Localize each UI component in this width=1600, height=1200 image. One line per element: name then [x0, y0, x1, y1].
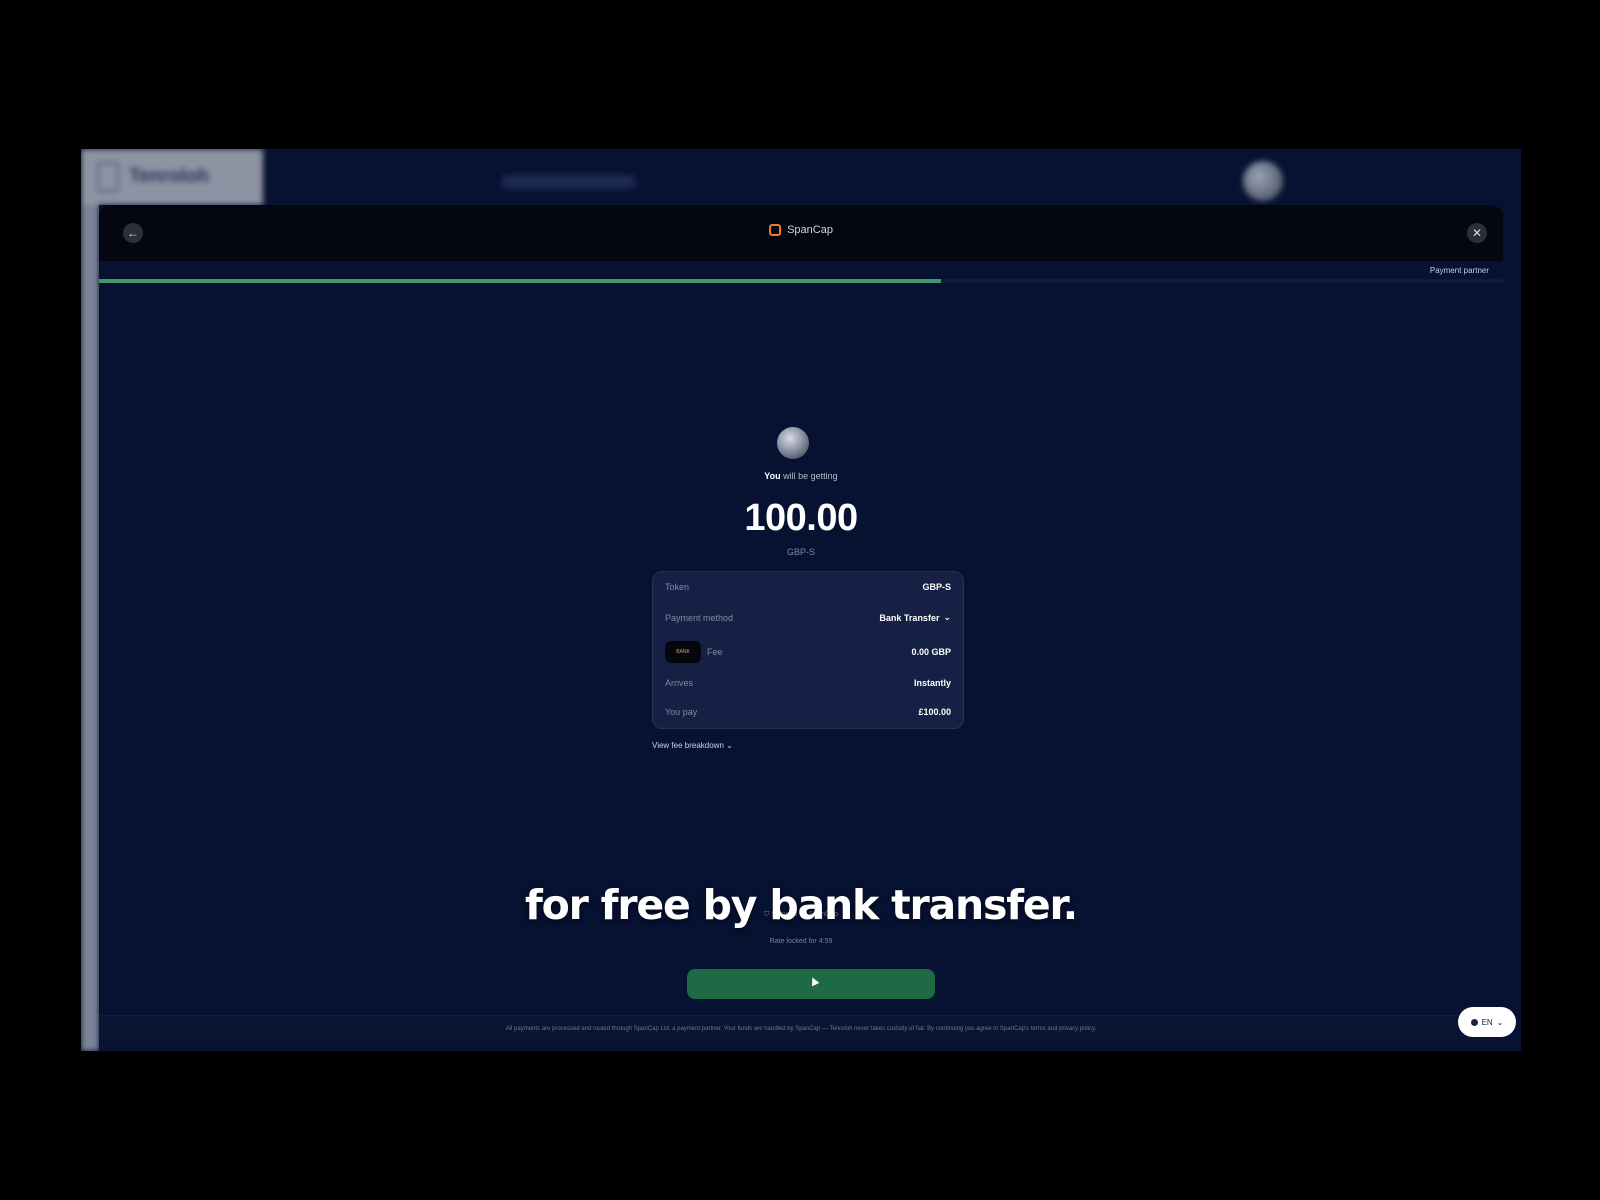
you-pay-value: £100.00 — [918, 707, 951, 717]
token-row: Token GBP-S — [665, 582, 951, 592]
getting-suffix: will be getting — [783, 471, 838, 481]
language-label: EN — [1481, 1017, 1493, 1027]
chevron-down-icon: ⌄ — [1496, 1017, 1504, 1027]
view-fee-breakdown-link[interactable]: View fee breakdown ⌄ — [652, 741, 733, 750]
language-selector[interactable]: EN ⌄ — [1458, 1007, 1516, 1037]
header-logo-text: SpanCap — [787, 224, 833, 236]
video-caption: for free by bank transfer. — [524, 881, 1078, 929]
rate-locked-label: Rate locked for 4:59 — [769, 938, 833, 945]
video-frame: Tenroloh ← SpanCap ✕ Payment partner You… — [81, 149, 1521, 1051]
fee-row: BANK Fee 0.00 GBP — [665, 640, 951, 664]
you-pay-label: You pay — [665, 707, 698, 717]
getting-label: You will be getting — [99, 471, 1503, 481]
background-brand: Tenroloh — [129, 166, 209, 187]
background-logo-area: Tenroloh — [81, 149, 263, 205]
footer-text: All payments are processed and routed th… — [505, 1026, 1097, 1032]
token-value: GBP-S — [922, 582, 951, 592]
getting-prefix: You — [764, 471, 781, 481]
arrives-row: Arrives Instantly — [665, 678, 951, 688]
globe-icon — [1470, 1018, 1478, 1026]
token-label: Token — [665, 582, 690, 592]
arrives-value: Instantly — [913, 678, 951, 688]
progress-bar — [99, 279, 1503, 283]
legal-footer: All payments are processed and routed th… — [99, 1015, 1503, 1040]
fee-left: BANK Fee — [665, 641, 723, 663]
progress-fill — [99, 279, 942, 283]
background-avatar — [1243, 161, 1283, 201]
header-logo: SpanCap — [769, 224, 833, 236]
arrow-left-icon: ← — [127, 226, 139, 240]
payment-method-select[interactable]: Bank Transfer ⌄ — [879, 612, 951, 623]
summary-card: Token GBP-S Payment method Bank Transfer… — [652, 571, 964, 729]
payment-method-label: Payment method — [665, 612, 734, 623]
background-search-bar — [501, 175, 636, 189]
fee-label: Fee — [707, 647, 723, 657]
chevron-down-icon: ⌄ — [726, 741, 733, 750]
payment-method-value: Bank Transfer — [879, 612, 940, 623]
payment-partner-label: Payment partner — [1429, 266, 1489, 275]
receive-currency: GBP-S — [786, 547, 815, 557]
chevron-down-icon: ⌄ — [943, 612, 951, 622]
close-button[interactable]: ✕ — [1467, 223, 1487, 243]
brand-logo-icon — [97, 162, 119, 192]
bank-chip: BANK — [665, 641, 701, 663]
fee-value: 0.00 GBP — [911, 647, 951, 657]
arrives-label: Arrives — [665, 678, 694, 688]
payment-method-row[interactable]: Payment method Bank Transfer ⌄ — [665, 612, 951, 623]
spancap-logo-icon — [769, 224, 782, 236]
you-pay-row: You pay £100.00 — [665, 707, 951, 717]
recipient-avatar — [777, 427, 809, 459]
back-button[interactable]: ← — [123, 223, 143, 243]
modal-header: ← SpanCap ✕ — [99, 205, 1503, 261]
view-fee-breakdown-label: View fee breakdown — [652, 741, 724, 750]
close-icon: ✕ — [1471, 226, 1483, 240]
receive-amount: 100.00 — [744, 497, 858, 539]
